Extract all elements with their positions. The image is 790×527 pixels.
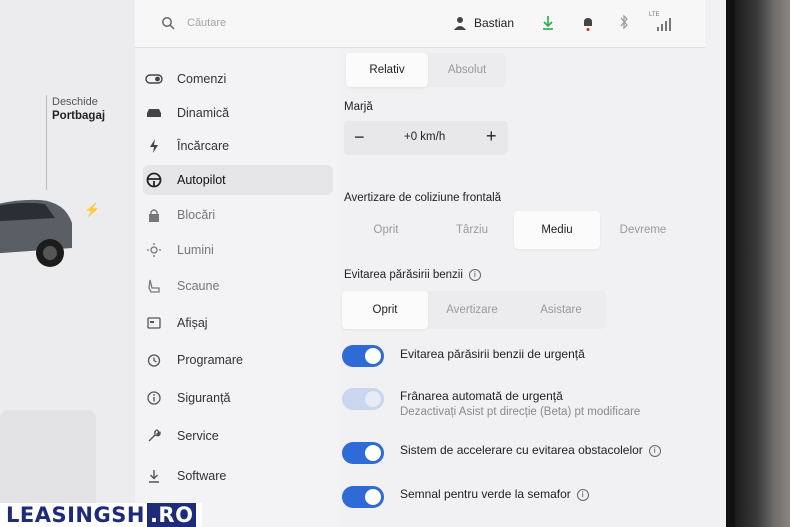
menu-label: Software [177, 469, 227, 483]
watermark-text: LEASINGSH [6, 503, 145, 527]
decrease-button[interactable]: − [354, 127, 365, 148]
fcw-option-tarziu[interactable]: Târziu [430, 211, 514, 249]
speed-mode-segmented: Relativ Absolut [346, 53, 506, 87]
car-settings-screen: Deschide Portbagaj ⚡ Căutare Bastian LTE… [0, 0, 735, 527]
open-trunk-button[interactable]: Deschide Portbagaj [52, 95, 105, 123]
menu-item-scaune[interactable]: Scaune [143, 271, 333, 301]
menu-item-programare[interactable]: Programare [143, 345, 333, 375]
info-icon[interactable]: i [468, 269, 481, 281]
obstacle-aware-accel-text: Sistem de accelerare cu evitarea obstaco… [400, 443, 643, 457]
menu-label: Lumini [177, 243, 214, 257]
menu-item-incarcare[interactable]: Încărcare [143, 131, 333, 161]
speed-mode-absolut[interactable]: Absolut [428, 53, 506, 87]
menu-label: Dinamică [177, 106, 230, 120]
fcw-label: Avertizare de coliziune frontală [344, 192, 502, 204]
emergency-lane-toggle[interactable] [342, 345, 384, 367]
bolt-icon [143, 138, 165, 154]
info-icon [143, 390, 165, 406]
lane-option-oprit[interactable]: Oprit [342, 291, 428, 329]
car-icon [143, 105, 165, 121]
autopilot-settings: Relativ Absolut Marjă − +0 km/h + Averti… [340, 48, 728, 527]
fcw-option-devreme[interactable]: Devreme [600, 211, 686, 249]
divider [46, 95, 47, 190]
bell-icon[interactable] [581, 15, 595, 31]
car-image [0, 199, 72, 267]
car-visual-panel: Deschide Portbagaj ⚡ [0, 0, 135, 527]
toggle-knob [365, 489, 381, 505]
settings-menu: Comenzi Dinamică Încărcare Autopilot Blo… [135, 48, 340, 527]
user-name[interactable]: Bastian [474, 16, 514, 30]
menu-item-afisaj[interactable]: Afișaj [143, 308, 333, 338]
auto-emergency-braking-toggle[interactable] [342, 388, 384, 410]
clock-icon [143, 352, 165, 368]
menu-item-dinamica[interactable]: Dinamică [143, 98, 333, 128]
obstacle-aware-accel-title: Sistem de accelerare cu evitarea obstaco… [400, 443, 661, 457]
emergency-lane-title: Evitarea părăsirii benzii de urgență [400, 347, 585, 361]
watermark: LEASINGSH .RO [0, 503, 203, 527]
wrench-icon [143, 428, 165, 444]
auto-emergency-braking-title: Frânarea automată de urgență [400, 389, 563, 403]
green-light-chime-title: Semnal pentru verde la semafor i [400, 487, 589, 501]
auto-emergency-braking-subtitle: Dezactivați Asist pt direcție (Beta) pt … [400, 406, 641, 418]
obstacle-aware-accel-toggle[interactable] [342, 442, 384, 464]
menu-label: Încărcare [177, 139, 230, 153]
bluetooth-icon[interactable] [619, 14, 629, 30]
lane-option-avertizare[interactable]: Avertizare [428, 291, 516, 329]
lane-label: Evitarea părăsirii benzii i [344, 269, 481, 281]
fcw-option-mediu[interactable]: Mediu [514, 211, 600, 249]
menu-label: Programare [177, 353, 243, 367]
steering-wheel-icon [143, 172, 165, 188]
light-icon [143, 242, 165, 258]
menu-item-autopilot[interactable]: Autopilot [143, 165, 333, 195]
menu-item-blocari[interactable]: Blocări [143, 200, 333, 230]
search-icon[interactable] [161, 16, 175, 30]
green-light-chime-text: Semnal pentru verde la semafor [400, 487, 571, 501]
margin-value: +0 km/h [404, 131, 446, 143]
charge-bolt-icon[interactable]: ⚡ [84, 202, 100, 218]
menu-item-service[interactable]: Service [143, 421, 333, 451]
fcw-segmented: Oprit Târziu Mediu Devreme [342, 211, 686, 249]
menu-item-lumini[interactable]: Lumini [143, 235, 333, 265]
menu-item-comenzi[interactable]: Comenzi [143, 64, 333, 94]
menu-label: Autopilot [177, 173, 226, 187]
menu-item-software[interactable]: Software [143, 461, 333, 491]
user-icon[interactable] [453, 16, 467, 30]
green-light-chime-toggle[interactable] [342, 486, 384, 508]
menu-label: Scaune [177, 279, 220, 293]
lane-label-text: Evitarea părăsirii benzii [344, 269, 463, 282]
menu-item-siguranta[interactable]: Siguranță [143, 383, 333, 413]
trunk-label-line2: Portbagaj [52, 110, 106, 122]
margin-label: Marjă [344, 101, 373, 113]
lane-segmented: Oprit Avertizare Asistare [342, 291, 606, 329]
seat-map [0, 410, 96, 510]
watermark-suffix: .RO [146, 503, 197, 527]
signal-icon [657, 18, 671, 31]
download-icon[interactable] [541, 15, 555, 31]
screen-bezel [735, 0, 790, 527]
seat-icon [143, 278, 165, 294]
menu-label: Siguranță [177, 391, 231, 405]
lock-icon [143, 207, 165, 223]
toggle-knob [365, 348, 381, 364]
trunk-label-line1: Deschide [52, 96, 98, 108]
speed-mode-relativ[interactable]: Relativ [346, 53, 428, 87]
display-icon [143, 315, 165, 331]
margin-stepper: − +0 km/h + [344, 121, 508, 155]
menu-label: Comenzi [177, 72, 227, 86]
toggle-icon [143, 71, 165, 87]
fcw-option-oprit[interactable]: Oprit [342, 211, 430, 249]
top-bar: Căutare Bastian LTE [135, 0, 705, 48]
menu-label: Blocări [177, 208, 216, 222]
menu-label: Afișaj [177, 316, 208, 330]
increase-button[interactable]: + [486, 126, 497, 147]
info-icon[interactable]: i [648, 444, 661, 457]
toggle-knob [365, 391, 381, 407]
toggle-knob [365, 445, 381, 461]
download-icon [143, 468, 165, 484]
info-icon[interactable]: i [576, 488, 589, 501]
menu-label: Service [177, 429, 219, 443]
lane-option-asistare[interactable]: Asistare [516, 291, 606, 329]
search-input[interactable]: Căutare [187, 17, 226, 29]
